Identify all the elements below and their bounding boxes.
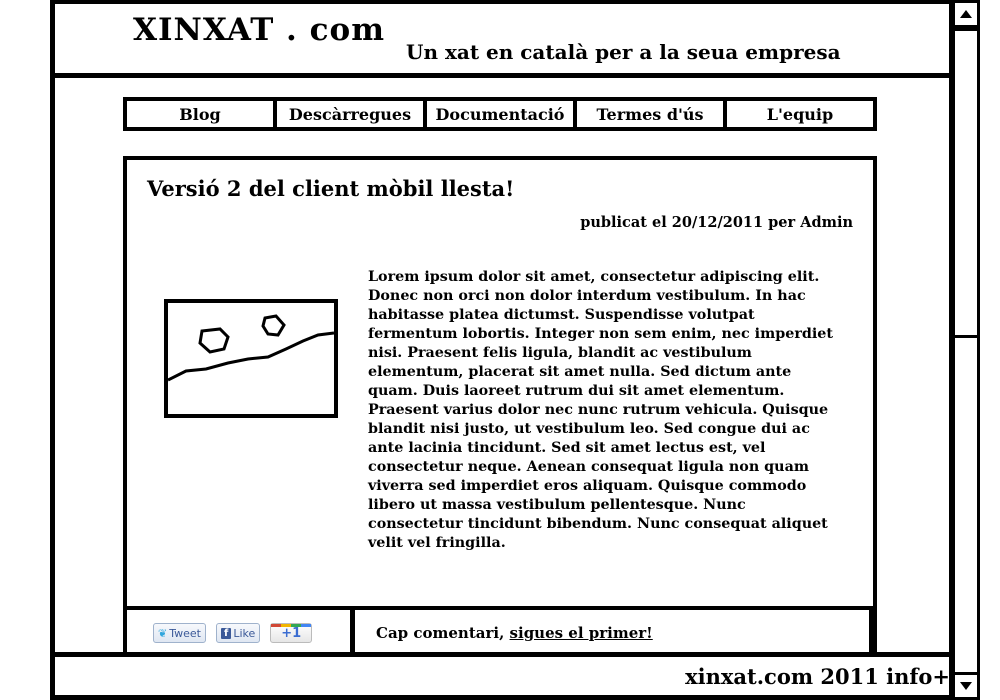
tweet-label: Tweet (169, 626, 201, 640)
nav-item-blog[interactable]: Blog (127, 101, 277, 127)
blog-post: Versió 2 del client mòbil llesta! public… (123, 156, 877, 610)
main-nav: Blog Descàrregues Documentació Termes d'… (123, 97, 877, 131)
post-title[interactable]: Versió 2 del client mòbil llesta! (147, 176, 514, 201)
arrow-up-icon (960, 10, 972, 18)
plusone-button[interactable]: +1 (270, 623, 313, 643)
like-button[interactable]: f Like (215, 623, 261, 643)
arrow-down-icon (960, 682, 972, 690)
post-body: Lorem ipsum dolor sit amet, consectetur … (368, 269, 833, 551)
post-footer: ❦ Tweet f Like +1 Cap comentari, sigues … (123, 606, 877, 656)
twitter-bird-icon: ❦ (158, 626, 168, 640)
site-tagline: Un xat en català per a la seua empresa (406, 40, 841, 64)
post-meta: publicat el 20/12/2011 per Admin (580, 214, 853, 231)
facebook-icon: f (220, 627, 232, 639)
plusone-label: +1 (281, 625, 302, 641)
first-comment-link[interactable]: sigues el primer! (510, 624, 653, 642)
scrollbar-thumb[interactable] (955, 28, 977, 338)
nav-item-terms[interactable]: Termes d'ús (577, 101, 727, 127)
social-buttons: ❦ Tweet f Like +1 (127, 610, 355, 656)
nav-item-team[interactable]: L'equip (727, 101, 873, 127)
scroll-down-button[interactable] (955, 672, 977, 697)
site-logo[interactable]: XINXAT . com (133, 12, 385, 48)
comments-text: Cap comentari, (376, 624, 505, 642)
image-placeholder-icon (164, 299, 338, 418)
nav-item-documentation[interactable]: Documentació (427, 101, 577, 127)
comments-area: Cap comentari, sigues el primer! (355, 610, 873, 656)
like-label: Like (233, 626, 256, 640)
header-divider (50, 73, 954, 78)
vertical-scrollbar[interactable] (952, 0, 980, 700)
nav-item-downloads[interactable]: Descàrregues (277, 101, 427, 127)
google-color-strip (271, 624, 312, 627)
footer-text[interactable]: xinxat.com 2011 info+ (685, 664, 950, 689)
tweet-button[interactable]: ❦ Tweet (153, 623, 206, 643)
scroll-up-button[interactable] (955, 3, 977, 28)
